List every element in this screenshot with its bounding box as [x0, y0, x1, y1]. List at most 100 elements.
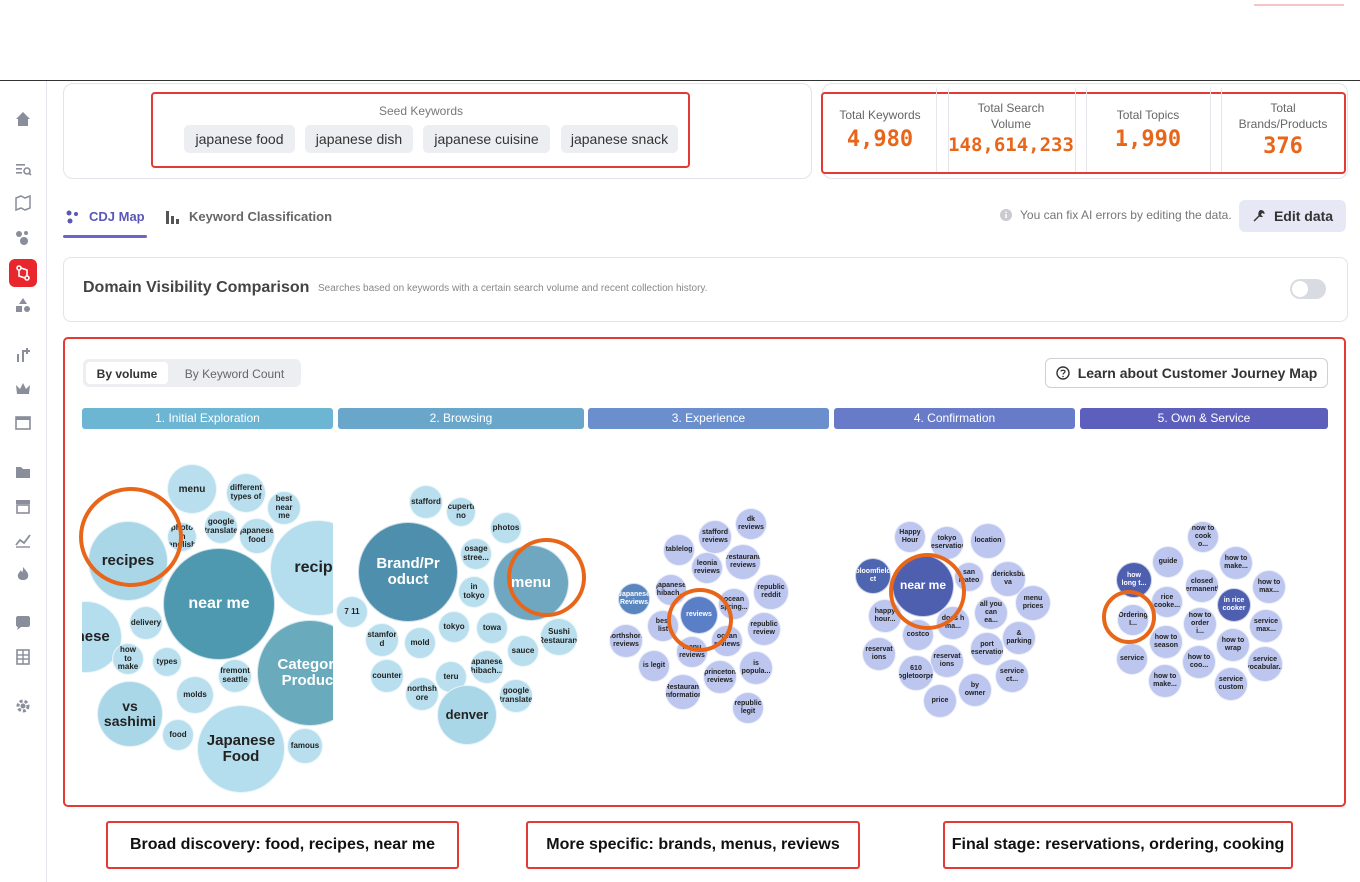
keyword-bubble[interactable]: is popula... [739, 651, 773, 685]
keyword-bubble[interactable]: Japanese Reviews [618, 583, 650, 615]
keyword-bubble[interactable]: Restaurant Information [665, 674, 701, 710]
keyword-bubble[interactable]: japanese, hibach... [470, 650, 504, 684]
fire-icon[interactable] [11, 562, 35, 586]
domain-visibility-toggle[interactable] [1290, 279, 1326, 299]
keyword-bubble[interactable]: bloomfield ct [855, 558, 891, 594]
archive-icon[interactable] [11, 494, 35, 518]
keyword-bubble[interactable]: types [152, 647, 182, 677]
home-icon[interactable] [11, 107, 35, 131]
keyword-bubble[interactable]: how to make [112, 643, 144, 675]
keyword-bubble[interactable]: best list [647, 610, 679, 642]
keyword-bubble[interactable]: food [162, 719, 194, 751]
keyword-bubble[interactable]: how long t... [1116, 562, 1152, 598]
keyword-bubble[interactable]: tokyo reservation [930, 526, 964, 560]
keyword-bubble[interactable]: stamfor d [365, 623, 399, 657]
keyword-bubble[interactable]: japanese hibach... [655, 574, 687, 606]
keyword-bubble[interactable]: Japanese Food [197, 705, 285, 793]
grid-icon[interactable] [11, 645, 35, 669]
keyword-bubble[interactable]: menu reviews [676, 636, 708, 668]
keyword-bubble[interactable]: port reservation [970, 632, 1004, 666]
tab-keyword-classification[interactable]: Keyword Classification [165, 205, 332, 229]
keyword-bubble[interactable]: princeton reviews [703, 660, 737, 694]
keyword-bubble[interactable]: osage stree... [460, 538, 492, 570]
keyword-bubble[interactable]: photos [490, 512, 522, 544]
keyword-bubble[interactable]: republic review [747, 612, 781, 646]
keyword-bubble[interactable]: how to cook o... [1187, 521, 1219, 553]
keyword-bubble[interactable]: Ordering I... [1117, 604, 1149, 636]
keyword-bubble[interactable]: in tokyo [458, 576, 490, 608]
keyword-bubble[interactable]: closed permanently [1185, 569, 1219, 603]
keyword-bubble[interactable]: reviews [680, 596, 718, 634]
keyword-bubble[interactable]: fremont seattle [218, 659, 252, 693]
keyword-bubble[interactable]: leonia reviews [691, 552, 723, 584]
edit-data-button[interactable]: Edit data [1239, 200, 1346, 232]
map-icon[interactable] [11, 191, 35, 215]
keyword-bubble[interactable]: ocean spring... [718, 588, 750, 620]
keyword-bubble[interactable]: famous [287, 728, 323, 764]
keyword-bubble[interactable]: dk reviews [735, 508, 767, 540]
keyword-bubble[interactable]: how to order i... [1183, 607, 1217, 641]
keyword-bubble[interactable]: price [923, 684, 957, 718]
keyword-bubble[interactable]: service custom [1214, 667, 1248, 701]
keyword-bubble[interactable]: Happy Hour [894, 521, 926, 553]
keyword-bubble[interactable]: san mateo [954, 562, 984, 592]
keyword-bubble[interactable]: republic legit [732, 692, 764, 724]
tab-cdj-map[interactable]: CDJ Map [65, 205, 145, 229]
keyword-bubble[interactable]: counter [370, 659, 404, 693]
keyword-bubble[interactable]: ocean reviews [711, 625, 743, 657]
keyword-bubble[interactable]: Sushi Restaurant [540, 618, 578, 656]
keyword-bubble[interactable]: Brand/Pr oduct [358, 522, 458, 622]
keyword-bubble[interactable]: does h ma... [936, 606, 970, 640]
keyword-bubble[interactable]: in rice cooker [1217, 588, 1251, 622]
keyword-bubble[interactable]: service vocabular... [1247, 646, 1283, 682]
keyword-bubble[interactable]: tokyo [438, 611, 470, 643]
keyword-bubble[interactable]: vs sashimi [97, 681, 163, 747]
learn-cjm-button[interactable]: Learn about Customer Journey Map [1045, 358, 1328, 388]
keyword-bubble[interactable]: guide [1152, 546, 1184, 578]
keyword-bubble[interactable]: restaurant reviews [725, 544, 761, 580]
keyword-bubble[interactable]: rice cooke... [1151, 586, 1183, 618]
folder-icon[interactable] [11, 460, 35, 484]
keyword-bubble[interactable]: all you can ea... [974, 596, 1008, 630]
keyword-bubble[interactable]: how to make... [1219, 546, 1253, 580]
keyword-bubble[interactable]: towa [476, 612, 508, 644]
keyword-bubble[interactable]: happy hour... [868, 599, 902, 633]
keyword-bubble[interactable]: service [1116, 643, 1148, 675]
by-volume-button[interactable]: By volume [86, 362, 168, 384]
keyword-bubble[interactable]: northshore reviews [609, 624, 643, 658]
keyword-bubble[interactable]: near me [163, 548, 275, 660]
keyword-bubble[interactable]: how to season [1149, 625, 1183, 659]
keyword-bubble[interactable]: service max... [1249, 609, 1283, 643]
keyword-bubble[interactable]: & parking [1002, 621, 1036, 655]
keyword-bubble[interactable]: menu [493, 545, 569, 621]
keyword-bubble[interactable]: how to coo... [1182, 645, 1216, 679]
keyword-bubble[interactable]: how to wrap [1216, 628, 1250, 662]
keyword-bubble[interactable]: how to max... [1252, 570, 1286, 604]
keyword-bubble[interactable]: 7 11 [336, 596, 368, 628]
keyword-bubble[interactable]: how to make... [1148, 664, 1182, 698]
keyword-bubble[interactable]: recipes [88, 521, 168, 601]
keyword-bubble[interactable]: menu [167, 464, 217, 514]
keyword-bubble[interactable]: location [970, 523, 1006, 559]
keyword-bubble[interactable]: costco [902, 619, 934, 651]
chat-icon[interactable] [11, 611, 35, 635]
by-keyword-count-button[interactable]: By Keyword Count [172, 362, 297, 384]
keyword-bubble[interactable]: menu prices [1015, 585, 1051, 621]
journey-map-icon[interactable] [9, 259, 37, 287]
keyword-bubble[interactable]: republic reddit [753, 574, 789, 610]
keyword-bubble[interactable]: northsh ore [405, 677, 439, 711]
keyword-bubble[interactable]: delivery [129, 606, 163, 640]
keyword-search-icon[interactable] [11, 157, 35, 181]
keyword-bubble[interactable]: denver [437, 685, 497, 745]
keyword-bubble[interactable]: 610 ogletoorpe [898, 655, 934, 691]
keyword-bubble[interactable]: google translate [204, 510, 238, 544]
shapes-icon[interactable] [11, 293, 35, 317]
add-chart-icon[interactable] [11, 343, 35, 367]
keyword-bubble[interactable]: reservat ions [862, 637, 896, 671]
keyword-bubble[interactable]: cuperti no [446, 497, 476, 527]
keyword-bubble[interactable]: best near me [267, 491, 301, 525]
keyword-bubble[interactable]: by owner [958, 673, 992, 707]
keyword-bubble[interactable]: Category Product [257, 620, 333, 726]
trend-chart-icon[interactable] [11, 528, 35, 552]
keyword-bubble[interactable]: tablelog [663, 534, 695, 566]
